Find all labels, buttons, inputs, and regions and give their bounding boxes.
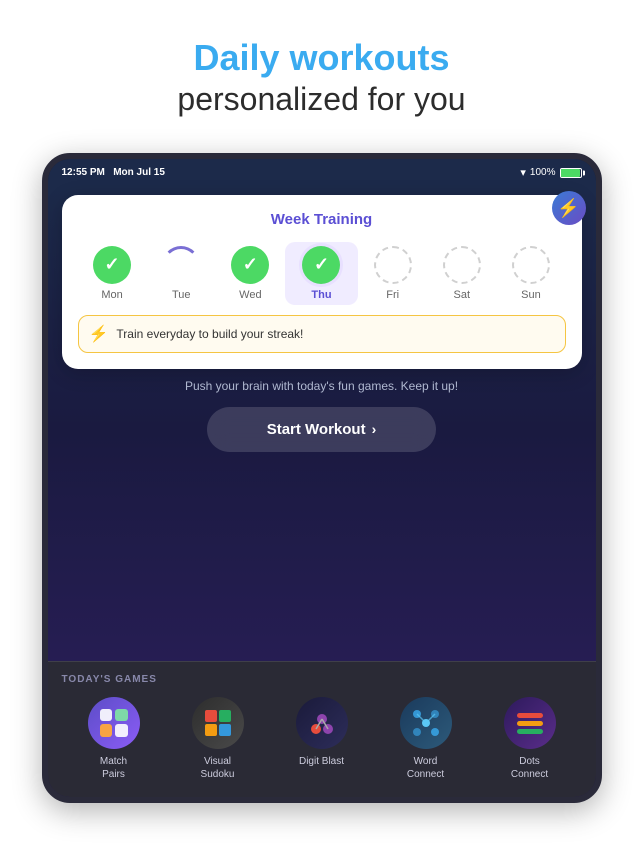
day-circle-wed: ✓ bbox=[231, 246, 269, 284]
device-frame: 12:55 PM Mon Jul 15 ▾ 100% ⚡ Week Traini… bbox=[42, 153, 602, 803]
dots-connect-icon bbox=[504, 697, 556, 749]
workout-area: Push your brain with today's fun games. … bbox=[48, 369, 596, 462]
day-circle-sat bbox=[443, 246, 481, 284]
day-fri[interactable]: Fri bbox=[358, 246, 427, 301]
check-icon: ✓ bbox=[105, 254, 120, 275]
wifi-icon: ▾ bbox=[520, 166, 526, 179]
word-connect-icon bbox=[400, 697, 452, 749]
game-word-connect[interactable]: WordConnect bbox=[390, 697, 462, 781]
day-label-thu: Thu bbox=[311, 289, 331, 301]
game-dots-connect[interactable]: DotsConnect bbox=[494, 697, 566, 781]
day-thu[interactable]: ✓ Thu bbox=[285, 242, 358, 305]
todays-games-section: TODAY'S GAMES MatchPairs bbox=[48, 661, 596, 797]
digit-blast-name: Digit Blast bbox=[299, 755, 344, 768]
check-icon-wed: ✓ bbox=[243, 254, 258, 275]
days-row: ✓ Mon Tue ✓ Wed bbox=[78, 242, 566, 305]
day-tue[interactable]: Tue bbox=[147, 246, 216, 301]
arrow-icon: › bbox=[372, 421, 377, 437]
day-label-sat: Sat bbox=[454, 289, 471, 301]
device-content: ⚡ Week Training ✓ Mon Tue bbox=[48, 187, 596, 797]
status-indicators: ▾ 100% bbox=[520, 166, 581, 179]
day-label-fri: Fri bbox=[386, 289, 399, 301]
digit-blast-svg bbox=[308, 709, 336, 737]
day-circle-sun bbox=[512, 246, 550, 284]
streak-text: Train everyday to build your streak! bbox=[116, 327, 303, 341]
day-circle-thu: ✓ bbox=[302, 246, 340, 284]
streak-banner: ⚡ Train everyday to build your streak! bbox=[78, 315, 566, 353]
battery-icon bbox=[560, 168, 582, 178]
digit-blast-icon bbox=[296, 697, 348, 749]
day-wed[interactable]: ✓ Wed bbox=[216, 246, 285, 301]
day-label-sun: Sun bbox=[521, 289, 541, 301]
match-pairs-icon bbox=[88, 697, 140, 749]
page-header: Daily workouts personalized for you bbox=[0, 0, 643, 145]
day-label-mon: Mon bbox=[101, 289, 122, 301]
games-row: MatchPairs VisualSudoku bbox=[62, 697, 582, 781]
game-visual-sudoku[interactable]: VisualSudoku bbox=[182, 697, 254, 781]
week-training-card: Week Training ✓ Mon Tue bbox=[62, 195, 582, 369]
loading-spinner-icon bbox=[162, 246, 200, 284]
lightning-icon: ⚡ bbox=[557, 199, 579, 217]
week-training-title: Week Training bbox=[78, 211, 566, 228]
day-label-tue: Tue bbox=[172, 289, 191, 301]
visual-sudoku-name: VisualSudoku bbox=[201, 755, 235, 781]
todays-games-label: TODAY'S GAMES bbox=[62, 674, 582, 685]
day-label-wed: Wed bbox=[239, 289, 261, 301]
dots-connect-name: DotsConnect bbox=[511, 755, 548, 781]
start-workout-button[interactable]: Start Workout › bbox=[207, 407, 437, 452]
start-workout-label: Start Workout bbox=[267, 421, 366, 438]
visual-sudoku-icon bbox=[192, 697, 244, 749]
day-mon[interactable]: ✓ Mon bbox=[78, 246, 147, 301]
check-icon-thu: ✓ bbox=[314, 254, 329, 275]
day-sat[interactable]: Sat bbox=[427, 246, 496, 301]
game-digit-blast[interactable]: Digit Blast bbox=[286, 697, 358, 768]
word-connect-name: WordConnect bbox=[407, 755, 444, 781]
page-title-sub: personalized for you bbox=[40, 79, 603, 121]
streak-lightning-icon: ⚡ bbox=[89, 324, 109, 344]
workout-subtitle: Push your brain with today's fun games. … bbox=[62, 379, 582, 393]
game-match-pairs[interactable]: MatchPairs bbox=[78, 697, 150, 781]
status-time-date: 12:55 PM Mon Jul 15 bbox=[62, 167, 165, 178]
day-circle-fri bbox=[374, 246, 412, 284]
day-sun[interactable]: Sun bbox=[496, 246, 565, 301]
word-connect-svg bbox=[411, 708, 441, 738]
day-circle-tue bbox=[162, 246, 200, 284]
day-circle-mon: ✓ bbox=[93, 246, 131, 284]
match-pairs-name: MatchPairs bbox=[100, 755, 127, 781]
dots-connect-svg bbox=[515, 709, 545, 737]
status-bar: 12:55 PM Mon Jul 15 ▾ 100% bbox=[48, 159, 596, 187]
page-title-main: Daily workouts bbox=[40, 36, 603, 79]
lightning-button[interactable]: ⚡ bbox=[552, 191, 586, 225]
